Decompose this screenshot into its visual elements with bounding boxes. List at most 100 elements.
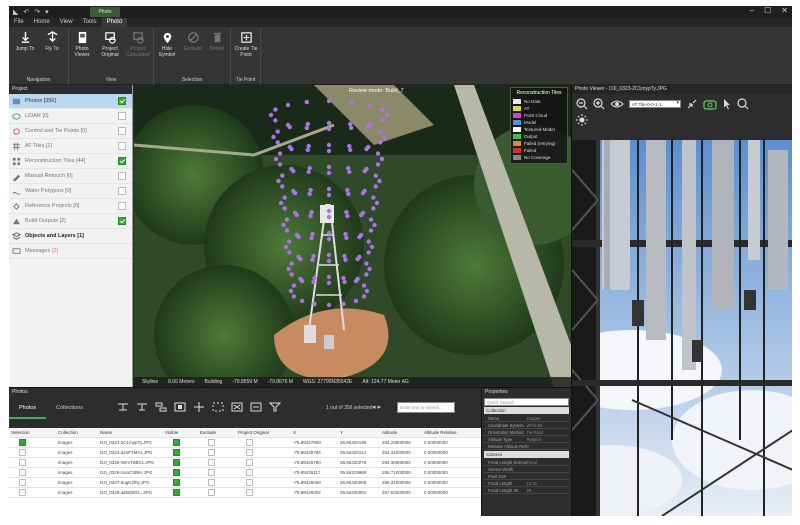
camera-marker[interactable] (308, 187, 313, 193)
camera-marker[interactable] (282, 195, 287, 200)
camera-marker[interactable] (366, 239, 371, 244)
camera-marker[interactable] (373, 184, 378, 189)
camera-marker[interactable] (361, 294, 367, 299)
pointer-icon[interactable] (722, 98, 732, 110)
camera-marker[interactable] (344, 235, 349, 241)
menu-tools[interactable]: Tools (78, 18, 102, 27)
project-original-checkbox[interactable] (246, 489, 253, 497)
camera-marker[interactable] (343, 257, 348, 263)
camera-marker[interactable] (309, 209, 314, 215)
properties-section[interactable]: Collection (484, 407, 569, 414)
project-original-button[interactable]: Project Original (97, 31, 123, 58)
project-original-checkbox[interactable] (246, 459, 253, 467)
camera-marker[interactable] (353, 298, 359, 304)
camera-marker[interactable] (364, 146, 369, 152)
menu-photo[interactable]: Photo (101, 18, 128, 27)
visibility-checkbox[interactable] (118, 217, 126, 225)
camera-marker[interactable] (312, 275, 317, 281)
project-calculated-button[interactable]: Project Calculated (125, 31, 151, 58)
photos-search-input[interactable]: Enter text to search... (397, 402, 455, 413)
camera-marker[interactable] (273, 118, 278, 123)
visible-checkbox[interactable] (173, 449, 180, 457)
project-item-control-and-tie-points[interactable]: Control and Tie Points [0] (9, 124, 132, 139)
camera-marker[interactable] (342, 279, 347, 285)
selection-checkbox[interactable] (19, 439, 26, 447)
camera-marker[interactable] (375, 151, 381, 156)
camera-marker[interactable] (326, 164, 332, 170)
camera-marker[interactable] (326, 142, 332, 148)
camera-marker[interactable] (326, 280, 332, 286)
camera-marker[interactable] (364, 272, 369, 277)
3d-viewport[interactable]: Review mode: Build_7 Reconstruction Tile… (134, 85, 571, 387)
camera-marker[interactable] (284, 217, 290, 222)
exclude-checkbox[interactable] (208, 489, 215, 497)
table-row[interactable]: images DJI_0325-WmrT8BX1.JPG -79.88425780 3… (9, 458, 481, 468)
camera-marker[interactable] (326, 302, 332, 308)
camera-marker[interactable] (312, 301, 317, 307)
camera-marker[interactable] (299, 298, 305, 304)
select-frame-icon[interactable] (174, 402, 186, 412)
camera-marker[interactable] (380, 107, 385, 112)
camera-marker[interactable] (305, 147, 310, 153)
camera-marker[interactable] (277, 151, 283, 156)
camera-marker[interactable] (289, 261, 294, 266)
camera-marker[interactable] (289, 146, 294, 152)
camera-marker[interactable] (345, 213, 350, 219)
camera-marker[interactable] (275, 140, 280, 145)
prev-icon[interactable]: ◂ (372, 404, 376, 411)
selection-checkbox[interactable] (19, 449, 26, 457)
properties-section[interactable]: Camera (484, 451, 569, 458)
camera-marker[interactable] (326, 208, 332, 214)
camera-marker[interactable] (346, 191, 351, 197)
visible-checkbox[interactable] (173, 469, 180, 477)
column-header[interactable]: Exclude (198, 428, 236, 437)
camera-marker[interactable] (382, 134, 387, 140)
undo-icon[interactable]: ↶ (23, 8, 29, 16)
project-item-messages[interactable]: Messages (2) (9, 244, 132, 259)
camera-marker[interactable] (348, 147, 353, 153)
view-tiles-icon[interactable] (610, 98, 624, 110)
column-header[interactable]: Name (98, 428, 163, 437)
visibility-checkbox[interactable] (118, 172, 126, 180)
camera-marker[interactable] (306, 169, 311, 175)
camera-marker[interactable] (307, 191, 312, 197)
minimize-icon[interactable]: – (750, 6, 754, 15)
column-header[interactable]: Altitude Relative (422, 428, 481, 437)
camera-marker[interactable] (384, 112, 390, 118)
camera-marker[interactable] (378, 140, 383, 145)
maximize-icon[interactable]: ☐ (764, 6, 771, 15)
delete-button[interactable]: Delete (204, 31, 230, 52)
camera-marker[interactable] (278, 200, 284, 206)
camera-marker[interactable] (275, 129, 280, 134)
project-original-checkbox[interactable] (246, 469, 253, 477)
project-item-photos[interactable]: Photos [356] (9, 94, 132, 109)
tab-collections[interactable]: Collections (46, 397, 93, 419)
project-item-lidar[interactable]: LiDAR [0] (9, 109, 132, 124)
camera-marker[interactable] (310, 257, 315, 263)
exclude-checkbox[interactable] (208, 449, 215, 457)
tab-photos[interactable]: Photos (9, 397, 47, 419)
project-item-reference-projects[interactable]: Reference Projects [0] (9, 199, 132, 214)
camera-marker[interactable] (291, 168, 296, 174)
camera-marker[interactable] (380, 118, 385, 123)
camera-marker[interactable] (304, 125, 309, 131)
selection-checkbox[interactable] (19, 459, 26, 467)
column-header[interactable]: Selection (9, 428, 56, 437)
photo-image[interactable] (572, 140, 792, 516)
camera-marker[interactable] (345, 187, 350, 193)
camera-marker[interactable] (362, 168, 367, 174)
menu-file[interactable]: File (9, 18, 29, 27)
camera-marker[interactable] (287, 124, 292, 130)
camera-marker[interactable] (349, 99, 354, 105)
table-row[interactable]: images DJI_0323-2C1mypTy.JPG -79.88427900 3… (9, 438, 481, 448)
camera-marker[interactable] (304, 99, 309, 105)
camera-marker[interactable] (277, 162, 283, 167)
brightness-icon[interactable] (576, 114, 588, 126)
camera-marker[interactable] (342, 253, 347, 259)
camera-marker[interactable] (294, 212, 299, 218)
camera-marker[interactable] (311, 253, 316, 259)
redo-icon[interactable]: ↷ (34, 8, 40, 16)
camera-marker[interactable] (280, 173, 285, 178)
camera-marker[interactable] (307, 165, 312, 171)
visible-checkbox[interactable] (173, 439, 180, 447)
